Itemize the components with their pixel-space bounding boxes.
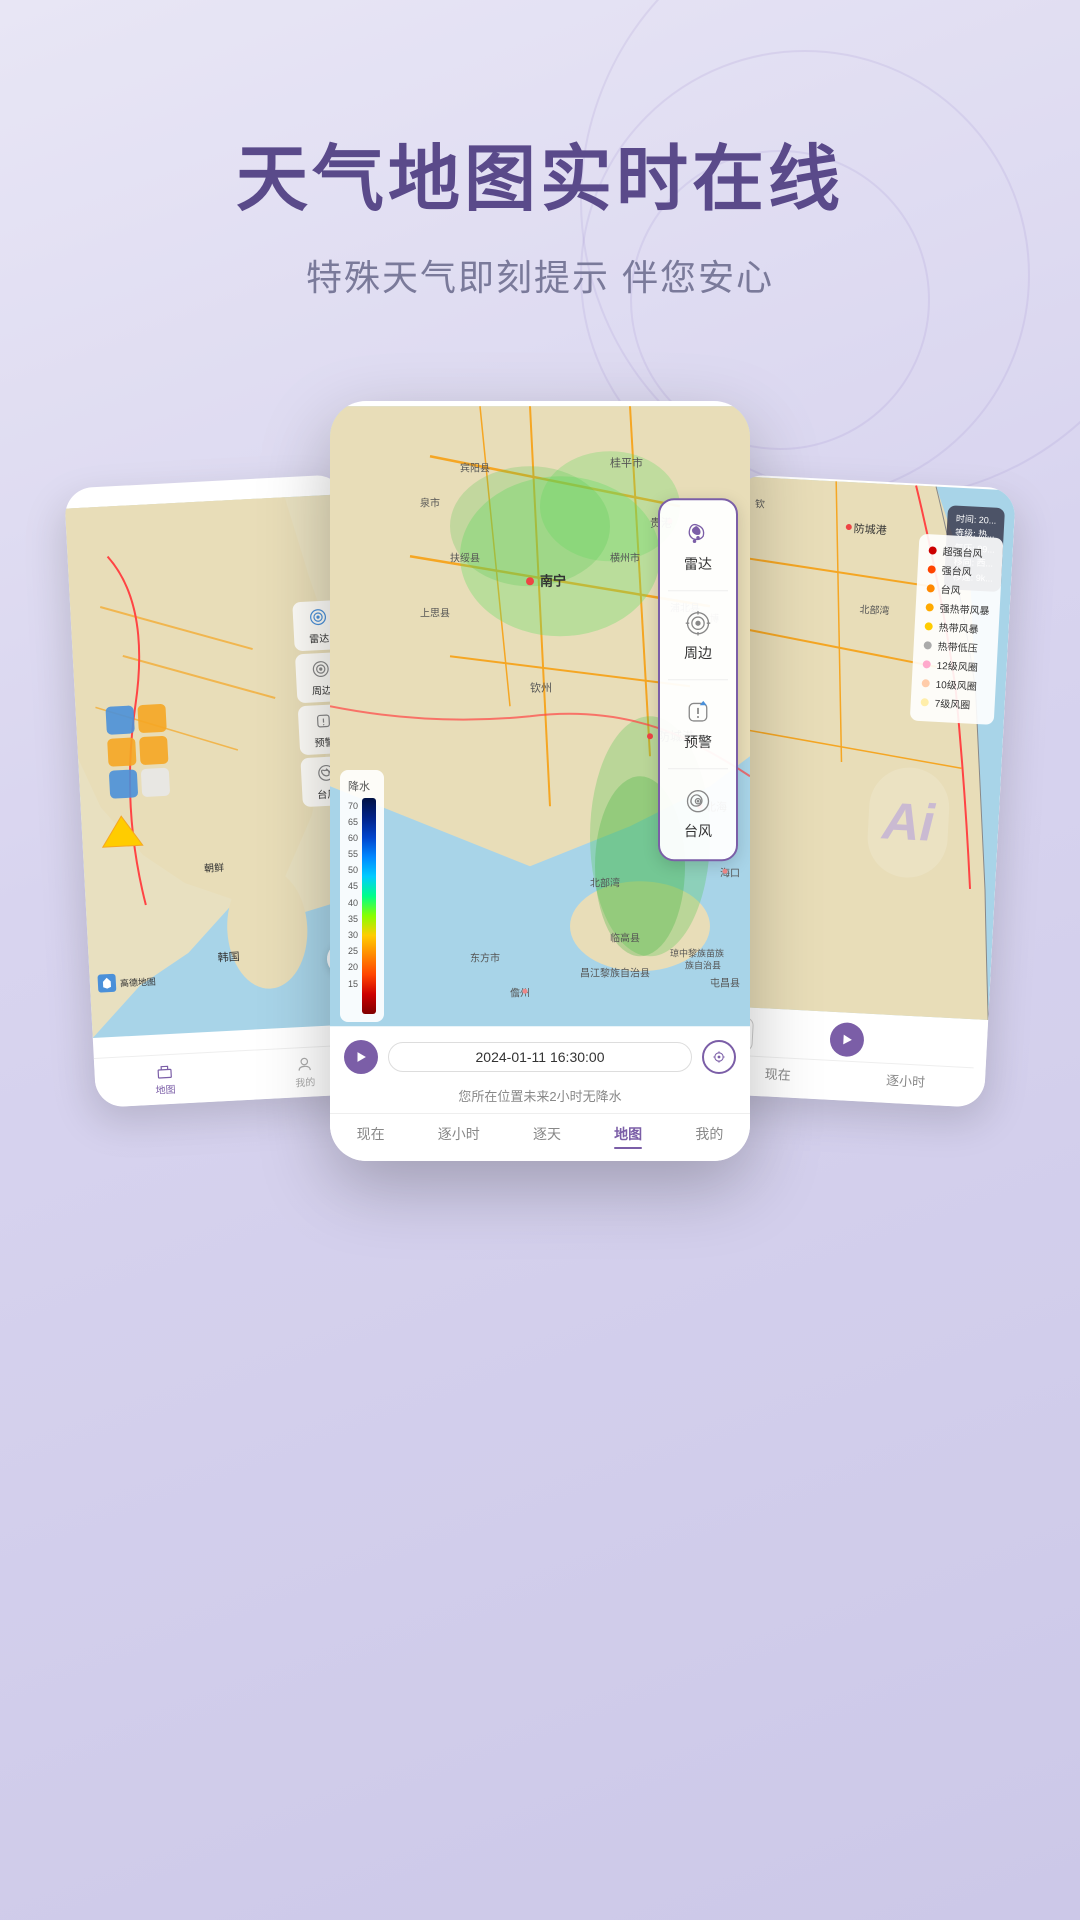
toolbar-divider-2 [668, 679, 728, 680]
svg-text:泉市: 泉市 [420, 496, 440, 509]
svg-text:韩国: 韩国 [217, 949, 240, 964]
tab-active-indicator [614, 1147, 642, 1150]
svg-text:北部湾: 北部湾 [590, 876, 620, 889]
ai-badge: Ai [866, 766, 952, 880]
legend-typhoon: 台风 [926, 580, 991, 598]
header-section: 天气地图实时在线 特殊天气即刻提示 伴您安心 [0, 0, 1080, 361]
svg-text:南宁: 南宁 [540, 573, 566, 588]
svg-text:扶绥县: 扶绥县 [450, 551, 480, 564]
legend-tropical-low: 热带低压 [923, 637, 988, 655]
svg-text:昌江黎族自治县: 昌江黎族自治县 [580, 966, 650, 979]
phone-center: 南宁 防城港 北海 桂平市 贵港 泉市 宾阳县 扶绥县 横州市 上思县 浦北县 … [330, 401, 750, 1161]
left-nav-map[interactable]: 地图 [154, 1063, 176, 1097]
legend-10-circle: 10级风圈 [921, 675, 986, 693]
no-rain-message: 您所在位置未来2小时无降水 [330, 1082, 750, 1109]
svg-text:宾阳县: 宾阳县 [460, 461, 490, 474]
svg-text:上思县: 上思县 [420, 607, 450, 619]
dot-strong-tropical [926, 603, 934, 611]
right-tab-current[interactable]: 现在 [764, 1063, 791, 1083]
right-tab-hourly[interactable]: 逐小时 [886, 1070, 926, 1091]
toolbar-nearby-label: 周边 [684, 643, 712, 663]
toolbar-typhoon-label: 台风 [684, 821, 712, 841]
left-nav-mine[interactable]: 我的 [294, 1055, 316, 1089]
center-phone-inner: 南宁 防城港 北海 桂平市 贵港 泉市 宾阳县 扶绥县 横州市 上思县 浦北县 … [330, 401, 750, 1161]
toolbar-radar[interactable]: 雷达 [668, 508, 728, 584]
legend-strong-tropical: 强热带风暴 [925, 599, 990, 617]
right-legend: 超强台风 强台风 台风 强热带风暴 [910, 534, 1004, 725]
left-radar-label: 雷达 [309, 630, 330, 646]
time-display: 2024-01-11 16:30:00 [388, 1042, 692, 1072]
toolbar-typhoon[interactable]: 台风 [668, 775, 728, 851]
toolbar-warning-label: 预警 [684, 732, 712, 752]
main-title: 天气地图实时在线 [60, 120, 1020, 225]
phones-container: 韩国 朝鲜 雷达 周边 [0, 361, 1080, 1201]
bottom-tabs: 现在 逐小时 逐天 地图 我的 [330, 1113, 750, 1162]
legend-values: 70 65 60 55 50 45 40 35 30 25 20 15 [348, 798, 358, 1014]
right-play-btn[interactable] [829, 1022, 865, 1058]
toolbar-warning[interactable]: 预警 [668, 686, 728, 762]
tab-map[interactable]: 地图 [614, 1124, 642, 1150]
dot-tropical-low [924, 641, 932, 649]
phone-right: 防城港 钦 北部湾 时间: 20... 等级: 热... 气压: 99... 移… [704, 474, 1016, 1108]
toolbar-warning-icon [682, 696, 714, 728]
center-toolbar: 雷达 [658, 498, 738, 861]
legend-color-bar [362, 798, 376, 1014]
legend-super-typhoon: 超强台风 [928, 542, 993, 560]
svg-text:临高县: 临高县 [610, 931, 640, 944]
center-map-area: 南宁 防城港 北海 桂平市 贵港 泉市 宾阳县 扶绥县 横州市 上思县 浦北县 … [330, 401, 750, 1032]
right-phone-inner: 防城港 钦 北部湾 时间: 20... 等级: 热... 气压: 99... 移… [704, 474, 1016, 1108]
svg-text:琼中黎族苗族: 琼中黎族苗族 [670, 947, 724, 958]
watermark-logo-left [97, 974, 116, 993]
legend-12-circle: 12级风圈 [922, 656, 987, 674]
right-map-area: 防城港 钦 北部湾 时间: 20... 等级: 热... 气压: 99... 移… [708, 474, 1016, 1022]
dot-tropical-storm [925, 622, 933, 630]
dot-strong-typhoon [928, 565, 936, 573]
svg-text:钦州: 钦州 [530, 681, 552, 694]
dot-10-circle [922, 679, 930, 687]
toolbar-radar-label: 雷达 [684, 554, 712, 574]
svg-text:屯昌县: 屯昌县 [710, 976, 740, 989]
svg-text:东方市: 东方市 [470, 951, 500, 964]
tab-current[interactable]: 现在 [357, 1124, 385, 1150]
tab-daily[interactable]: 逐天 [533, 1124, 561, 1150]
dot-typhoon [927, 584, 935, 592]
legend-title: 降水 [348, 778, 376, 794]
dot-7-circle [921, 698, 929, 706]
tab-mine[interactable]: 我的 [695, 1124, 723, 1150]
toolbar-divider-1 [668, 590, 728, 591]
svg-text:族自治县: 族自治县 [685, 959, 721, 970]
play-button[interactable] [344, 1040, 378, 1074]
left-map-area: 韩国 朝鲜 雷达 周边 [64, 474, 373, 1058]
legend-bar: 70 65 60 55 50 45 40 35 30 25 20 15 [348, 798, 376, 1014]
ai-label: Ai [881, 791, 936, 854]
radar-icon [306, 606, 329, 629]
legend-tropical-storm: 热带风暴 [924, 618, 989, 636]
toolbar-nearby-icon [682, 607, 714, 639]
legend-strong-typhoon: 强台风 [927, 561, 992, 579]
nearby-icon [309, 657, 332, 680]
toolbar-divider-3 [668, 768, 728, 769]
dot-super-typhoon [929, 546, 937, 554]
sub-title: 特殊天气即刻提示 伴您安心 [60, 249, 1020, 301]
svg-text:桂平市: 桂平市 [610, 455, 643, 469]
svg-text:朝鲜: 朝鲜 [204, 861, 225, 875]
precipitation-legend: 降水 70 65 60 55 50 45 40 35 30 25 [340, 770, 384, 1022]
center-bottom-section: 2024-01-11 16:30:00 您所在位置未来2小时无降水 现在 逐小时 [330, 1032, 750, 1162]
right-spacer [940, 1028, 976, 1064]
location-button[interactable] [702, 1040, 736, 1074]
playback-bar: 2024-01-11 16:30:00 [330, 1032, 750, 1082]
svg-text:钦: 钦 [755, 498, 766, 511]
dot-12-circle [923, 660, 931, 668]
map-watermark-left: 高德地图 [97, 972, 156, 993]
legend-7-circle: 7级风圈 [920, 694, 985, 712]
toolbar-nearby[interactable]: 周边 [668, 597, 728, 673]
svg-text:横州市: 横州市 [610, 551, 640, 564]
toolbar-typhoon-icon [682, 785, 714, 817]
toolbar-radar-icon [682, 518, 714, 550]
tab-hourly[interactable]: 逐小时 [438, 1124, 480, 1150]
